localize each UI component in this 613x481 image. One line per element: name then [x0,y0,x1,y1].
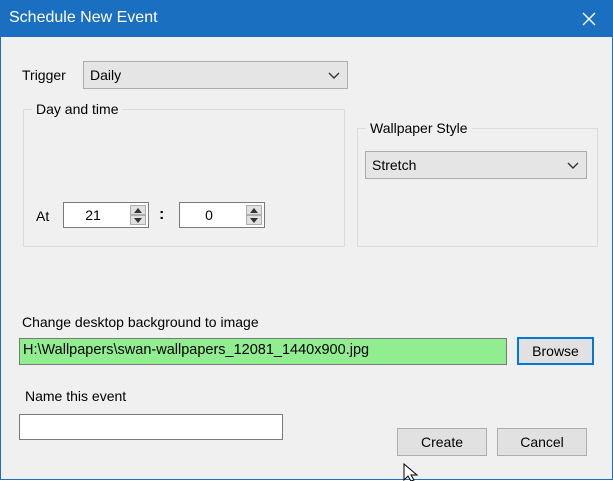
create-button[interactable]: Create [397,428,487,456]
day-and-time-legend: Day and time [32,101,123,117]
event-name-field[interactable] [19,414,283,440]
cancel-button-label: Cancel [520,434,564,450]
minute-up-button[interactable] [246,205,262,215]
hour-stepper-buttons [130,205,146,225]
event-name-label: Name this event [25,388,127,404]
chevron-down-icon [567,162,579,169]
arrow-up-icon [134,207,142,213]
image-path-value: H:\Wallpapers\swan-wallpapers_12081_1440… [23,342,370,358]
window-title: Schedule New Event [9,9,158,26]
at-label: At [36,208,50,224]
image-path-field[interactable]: H:\Wallpapers\swan-wallpapers_12081_1440… [19,338,507,365]
trigger-label: Trigger [22,67,66,83]
close-icon [582,12,596,26]
wallpaper-style-group: Wallpaper Style [357,120,598,247]
schedule-event-dialog: Schedule New Event Trigger Daily Day and… [0,0,613,481]
minute-stepper-buttons [246,205,262,225]
arrow-down-icon [134,217,142,223]
browse-button-label: Browse [532,343,579,359]
minute-value: 0 [205,207,213,223]
chevron-down-icon [328,72,340,79]
hour-value: 21 [85,207,101,223]
arrow-down-icon [250,217,258,223]
wallpaper-style-selected-value: Stretch [372,157,417,173]
trigger-dropdown[interactable]: Daily [83,61,348,89]
hour-stepper[interactable]: 21 [63,202,149,228]
wallpaper-style-dropdown[interactable]: Stretch [365,151,587,179]
wallpaper-style-legend: Wallpaper Style [366,120,472,136]
title-bar: Schedule New Event [1,1,612,37]
cancel-button[interactable]: Cancel [497,428,587,456]
time-separator: : [159,206,165,223]
browse-button[interactable]: Browse [517,337,594,365]
hour-down-button[interactable] [130,215,146,225]
image-label: Change desktop background to image [22,314,259,330]
trigger-selected-value: Daily [90,67,122,83]
minute-stepper[interactable]: 0 [179,202,265,228]
arrow-up-icon [250,207,258,213]
hour-up-button[interactable] [130,205,146,215]
minute-down-button[interactable] [246,215,262,225]
create-button-label: Create [420,434,464,450]
close-button[interactable] [566,1,612,37]
mouse-cursor-icon [403,463,419,481]
